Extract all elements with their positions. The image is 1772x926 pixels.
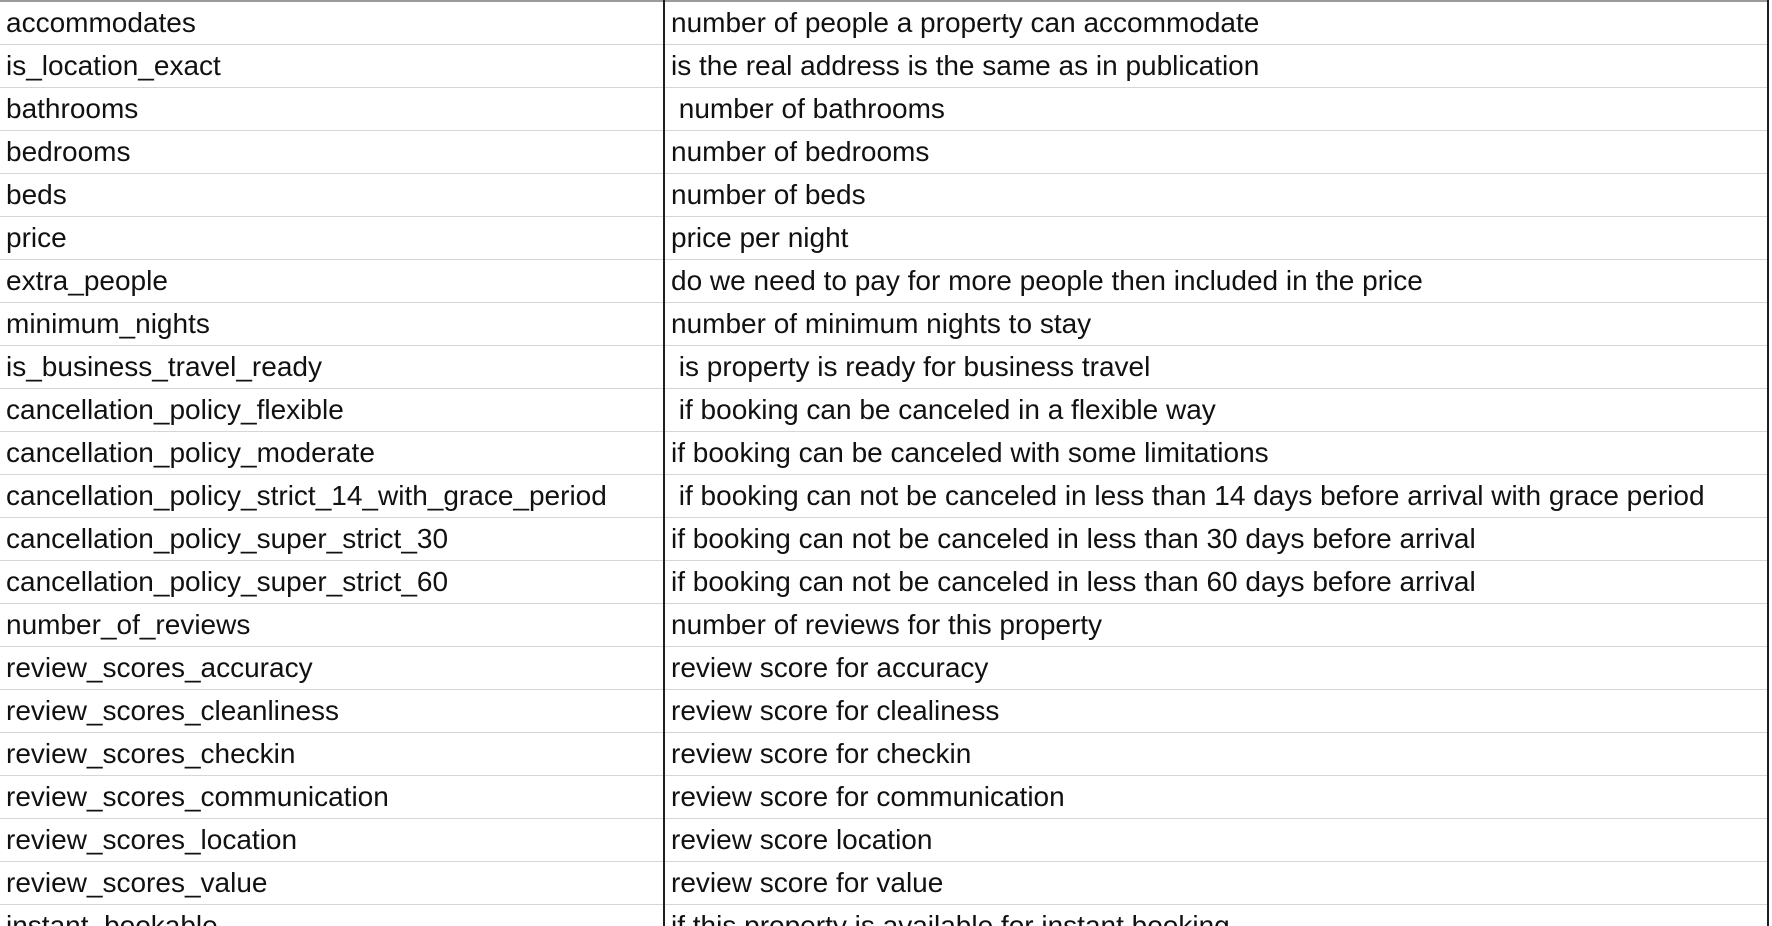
feature-name-cell[interactable]: number_of_reviews xyxy=(0,603,665,647)
table-row: cancellation_policy_flexible if booking … xyxy=(0,388,1769,432)
feature-name-cell[interactable]: minimum_nights xyxy=(0,302,665,346)
feature-name-cell[interactable]: cancellation_policy_moderate xyxy=(0,431,665,475)
table-row: bedrooms number of bedrooms xyxy=(0,130,1769,174)
table-row: review_scores_value review score for val… xyxy=(0,861,1769,905)
feature-name-cell[interactable]: beds xyxy=(0,173,665,217)
feature-name-cell[interactable]: price xyxy=(0,216,665,260)
feature-name-cell[interactable]: instant_bookable xyxy=(0,904,665,926)
feature-description-cell[interactable]: number of people a property can accommod… xyxy=(664,0,1769,45)
table-row: cancellation_policy_moderate if booking … xyxy=(0,431,1769,475)
feature-description-cell[interactable]: is property is ready for business travel xyxy=(664,345,1769,389)
table-row: is_location_exact is the real address is… xyxy=(0,44,1769,88)
feature-description-cell[interactable]: if booking can not be canceled in less t… xyxy=(664,474,1769,518)
table-row: review_scores_accuracy review score for … xyxy=(0,646,1769,690)
spreadsheet-grid: accommodates number of people a property… xyxy=(0,0,1772,926)
feature-description-cell[interactable]: review score for communication xyxy=(664,775,1769,819)
feature-description-cell[interactable]: number of bedrooms xyxy=(664,130,1769,174)
feature-name-cell[interactable]: cancellation_policy_super_strict_60 xyxy=(0,560,665,604)
feature-name-cell[interactable]: review_scores_cleanliness xyxy=(0,689,665,733)
feature-name-cell[interactable]: cancellation_policy_super_strict_30 xyxy=(0,517,665,561)
table-row: beds number of beds xyxy=(0,173,1769,217)
feature-name-cell[interactable]: review_scores_value xyxy=(0,861,665,905)
table-row: review_scores_location review score loca… xyxy=(0,818,1769,862)
table-row: is_business_travel_ready is property is … xyxy=(0,345,1769,389)
table-row: accommodates number of people a property… xyxy=(0,0,1769,45)
feature-name-cell[interactable]: cancellation_policy_strict_14_with_grace… xyxy=(0,474,665,518)
table-row: price price per night xyxy=(0,216,1769,260)
feature-description-cell[interactable]: review score for accuracy xyxy=(664,646,1769,690)
feature-name-cell[interactable]: review_scores_communication xyxy=(0,775,665,819)
feature-description-cell[interactable]: if booking can not be canceled in less t… xyxy=(664,517,1769,561)
table-row: review_scores_communication review score… xyxy=(0,775,1769,819)
feature-name-cell[interactable]: bedrooms xyxy=(0,130,665,174)
table-row: minimum_nights number of minimum nights … xyxy=(0,302,1769,346)
table-row: instant_bookable if this property is ava… xyxy=(0,904,1769,926)
table-row: cancellation_policy_super_strict_30 if b… xyxy=(0,517,1769,561)
feature-description-cell[interactable]: if this property is available for instan… xyxy=(664,904,1769,926)
feature-name-cell[interactable]: extra_people xyxy=(0,259,665,303)
feature-description-cell[interactable]: is the real address is the same as in pu… xyxy=(664,44,1769,88)
feature-description-cell[interactable]: number of bathrooms xyxy=(664,87,1769,131)
feature-name-cell[interactable]: is_business_travel_ready xyxy=(0,345,665,389)
table-row: review_scores_cleanliness review score f… xyxy=(0,689,1769,733)
table-row: extra_people do we need to pay for more … xyxy=(0,259,1769,303)
table-row: bathrooms number of bathrooms xyxy=(0,87,1769,131)
feature-description-cell[interactable]: number of beds xyxy=(664,173,1769,217)
feature-description-cell[interactable]: review score location xyxy=(664,818,1769,862)
feature-description-cell[interactable]: do we need to pay for more people then i… xyxy=(664,259,1769,303)
feature-description-cell[interactable]: review score for clealiness xyxy=(664,689,1769,733)
feature-name-cell[interactable]: bathrooms xyxy=(0,87,665,131)
feature-description-cell[interactable]: if booking can be canceled in a flexible… xyxy=(664,388,1769,432)
feature-description-cell[interactable]: price per night xyxy=(664,216,1769,260)
table-row: cancellation_policy_strict_14_with_grace… xyxy=(0,474,1769,518)
feature-name-cell[interactable]: accommodates xyxy=(0,0,665,45)
table-row: number_of_reviews number of reviews for … xyxy=(0,603,1769,647)
feature-description-cell[interactable]: if booking can be canceled with some lim… xyxy=(664,431,1769,475)
feature-name-cell[interactable]: is_location_exact xyxy=(0,44,665,88)
feature-description-cell[interactable]: review score for checkin xyxy=(664,732,1769,776)
feature-description-cell[interactable]: number of minimum nights to stay xyxy=(664,302,1769,346)
feature-description-cell[interactable]: if booking can not be canceled in less t… xyxy=(664,560,1769,604)
feature-name-cell[interactable]: review_scores_checkin xyxy=(0,732,665,776)
feature-description-table: accommodates number of people a property… xyxy=(0,0,1769,926)
feature-description-cell[interactable]: review score for value xyxy=(664,861,1769,905)
table-row: cancellation_policy_super_strict_60 if b… xyxy=(0,560,1769,604)
feature-name-cell[interactable]: review_scores_location xyxy=(0,818,665,862)
feature-name-cell[interactable]: cancellation_policy_flexible xyxy=(0,388,665,432)
feature-description-cell[interactable]: number of reviews for this property xyxy=(664,603,1769,647)
table-row: review_scores_checkin review score for c… xyxy=(0,732,1769,776)
feature-name-cell[interactable]: review_scores_accuracy xyxy=(0,646,665,690)
